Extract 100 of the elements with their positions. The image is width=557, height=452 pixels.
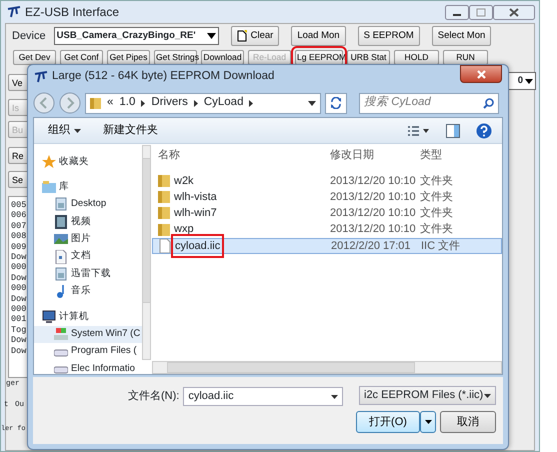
file-row[interactable]: wlh-win7 2013/12/20 10:10 文件夹 <box>152 205 502 222</box>
nav-item[interactable]: Program Files ( <box>34 342 142 360</box>
drive-icon <box>54 327 68 342</box>
toolbar-button[interactable]: Get Conf <box>60 50 103 65</box>
toolbar-button[interactable]: HOLD <box>394 50 439 65</box>
toolbar-button[interactable]: S EEPROM <box>358 26 420 46</box>
toolbar-button[interactable]: Download <box>201 50 244 65</box>
filename-field[interactable]: cyload.iic <box>183 387 344 406</box>
breadcrumb-item[interactable]: 1.0 <box>119 94 136 112</box>
dropdown-arrow-icon <box>308 100 316 106</box>
search-field[interactable]: 搜索 CyLoad <box>359 92 499 114</box>
scrollbar-thumb[interactable] <box>167 362 415 373</box>
log-line: Dow <box>11 335 28 346</box>
nav-item[interactable]: Elec Informatio <box>34 360 142 374</box>
log-line: Dow <box>11 346 28 356</box>
cancel-button[interactable]: 取消 <box>440 411 496 433</box>
forward-icon <box>59 92 81 114</box>
film-icon <box>54 214 68 229</box>
file-date: 2013/12/20 10:10 <box>330 190 417 206</box>
folder-icon <box>90 97 101 109</box>
device-label: Device <box>12 28 46 44</box>
breadcrumb-item[interactable]: Drivers <box>151 94 188 112</box>
log-line: Dow <box>11 252 28 262</box>
minimize-icon <box>445 4 469 20</box>
file-row[interactable]: wxp 2013/12/20 10:10 文件夹 <box>152 222 502 238</box>
file-row[interactable]: w2k 2013/12/20 10:10 文件夹 <box>152 173 502 190</box>
log-line: 007 <box>11 220 28 232</box>
refresh-icon <box>330 97 342 109</box>
open-button[interactable]: 打开(O) <box>356 411 420 433</box>
file-date: 2013/12/20 10:10 <box>330 206 417 222</box>
device-dropdown[interactable]: USB_Camera_CrazyBingo_RE' <box>54 27 219 45</box>
toolbar-button[interactable]: Clear <box>230 26 280 46</box>
toolbar-button[interactable]: Load Mon <box>291 26 346 46</box>
column-header[interactable]: 修改日期 <box>330 146 420 164</box>
scrollbar[interactable] <box>152 361 502 374</box>
file-name: wxp <box>174 222 194 238</box>
log-line: 008 <box>11 231 28 242</box>
new-folder-button[interactable]: 新建文件夹 <box>103 122 158 139</box>
file-name: w2k <box>174 174 194 189</box>
toolbar-button[interactable]: Get Pipes <box>107 50 150 65</box>
nav-item[interactable]: Desktop <box>34 196 142 214</box>
file-date: 2012/2/20 17:01 <box>331 238 412 254</box>
dropdown-arrow-icon <box>74 128 81 132</box>
dropdown-arrow-icon <box>206 33 216 39</box>
file-row[interactable]: wlh-vista 2013/12/20 10:10 文件夹 <box>152 189 502 206</box>
back-icon <box>33 92 55 114</box>
document-icon <box>54 197 68 212</box>
toolbar-button[interactable]: Get Dev <box>13 50 56 65</box>
scrollbar-thumb[interactable] <box>142 158 151 303</box>
document-icon <box>54 267 68 282</box>
nav-item[interactable]: 音乐 <box>34 282 142 300</box>
nav-item[interactable]: 视频 <box>34 213 142 231</box>
file-date: 2013/12/20 10:10 <box>330 222 417 238</box>
nav-item[interactable]: 计算机 <box>34 308 142 326</box>
close-icon <box>476 70 486 78</box>
chevron-right-icon <box>141 100 146 106</box>
window-title: EZ-USB Interface <box>25 4 120 21</box>
preview-pane-icon <box>446 124 460 138</box>
toolbar-button[interactable]: URB Stat <box>347 50 390 65</box>
nav-item[interactable]: 文档 <box>34 248 142 266</box>
log-line: 005 <box>11 200 28 210</box>
organize-menu[interactable]: 组织 <box>48 122 81 139</box>
search-icon <box>483 98 494 108</box>
refresh-button[interactable] <box>325 92 347 114</box>
folder-icon <box>158 190 170 204</box>
log-line: Dow <box>11 294 28 304</box>
file-date: 2013/12/20 10:10 <box>330 174 417 189</box>
dropdown-arrow-icon <box>331 394 338 398</box>
address-bar[interactable]: « 1.0 Drivers CyLoad <box>85 92 321 114</box>
column-header[interactable]: 类型 <box>420 146 480 164</box>
log-line: Dow <box>11 272 28 284</box>
log-line: 006 <box>11 210 28 221</box>
computer-icon <box>42 310 56 324</box>
nav-item[interactable]: 图片 <box>34 230 142 248</box>
breadcrumb-item[interactable]: « <box>107 94 114 112</box>
scrollbar[interactable] <box>142 145 151 360</box>
value-dropdown[interactable]: 0 <box>506 72 536 90</box>
star-icon <box>42 154 56 169</box>
breadcrumb-item[interactable]: CyLoad <box>204 94 244 112</box>
maximize-icon <box>469 4 493 20</box>
toolbar-button[interactable]: Get Strings <box>154 50 197 65</box>
library-icon <box>42 180 56 194</box>
file-type: 文件夹 <box>420 190 453 206</box>
file-type-dropdown[interactable]: i2c EEPROM Files (*.iic) <box>359 386 496 405</box>
view-list-icon <box>408 124 430 136</box>
file-name: wlh-vista <box>174 190 217 206</box>
log-line: 000 <box>11 262 28 273</box>
toolbar-button[interactable]: RUN <box>443 50 488 65</box>
toolbar-button[interactable]: Select Mon <box>432 26 492 46</box>
close-button[interactable] <box>460 65 502 83</box>
nav-item[interactable]: 迅雷下载 <box>34 265 142 283</box>
split-arrow-button[interactable] <box>420 411 436 433</box>
chevron-right-icon <box>249 100 254 106</box>
file-type: 文件夹 <box>420 206 453 222</box>
app-icon <box>34 71 48 83</box>
log-line: Tog <box>11 324 28 336</box>
nav-item[interactable]: System Win7 (C <box>34 326 142 343</box>
column-header[interactable]: 名称 <box>158 146 330 164</box>
close-icon <box>493 4 535 20</box>
folder-icon <box>158 206 170 220</box>
